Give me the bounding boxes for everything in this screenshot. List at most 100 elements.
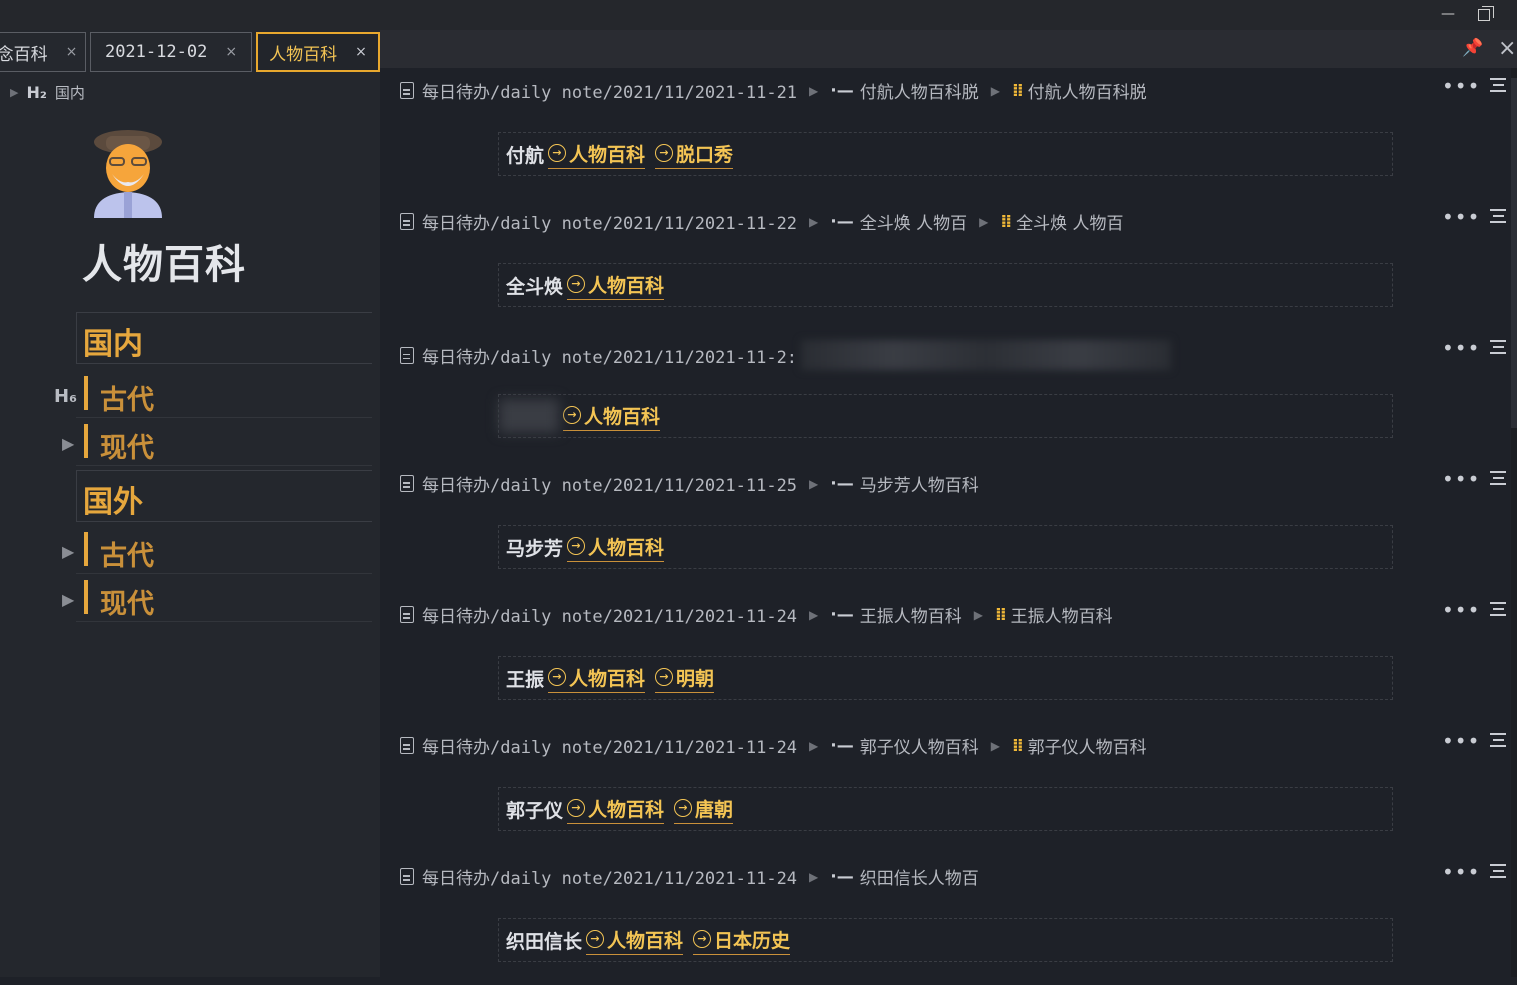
heading-icon: ·— (830, 211, 854, 232)
subsection-label: 古代 (100, 385, 154, 416)
file-icon (400, 475, 414, 492)
align-icon[interactable] (1490, 78, 1506, 92)
section-foreign: 国外 (76, 470, 372, 522)
more-options-icon[interactable]: ••• (1442, 205, 1480, 229)
tab-people-wiki[interactable]: 人物百科 × (256, 32, 380, 72)
wiki-link[interactable]: → 人物百科 (567, 533, 665, 562)
more-options-icon[interactable]: ••• (1442, 336, 1480, 360)
tab-close-icon[interactable]: × (66, 44, 78, 60)
outline-heading[interactable]: ▶ H₂ 国内 (10, 82, 85, 103)
scrollbar[interactable] (1511, 68, 1517, 977)
subsection-label: 现代 (100, 589, 154, 620)
backlink-content[interactable]: 马步芳 → 人物百科 (498, 525, 1393, 569)
link-arrow-icon: → (674, 799, 693, 817)
tab-strip: 念百科 × 2021-12-02 × 人物百科 × (0, 30, 380, 74)
title-bar: — (0, 0, 1517, 30)
wiki-link[interactable]: → 人物百科 (548, 664, 646, 693)
wiki-link[interactable]: → 人物百科 (567, 795, 665, 824)
more-options-icon[interactable]: ••• (1442, 467, 1480, 491)
breadcrumb-separator-icon: ▶ (809, 738, 819, 753)
breadcrumb[interactable]: 郭子仪人物百科 (1028, 733, 1147, 758)
file-path[interactable]: 每日待办/daily note/2021/11/2021-11-24 (422, 733, 797, 758)
breadcrumb[interactable]: 全斗焕 人物百 (860, 209, 967, 234)
align-icon[interactable] (1490, 340, 1506, 354)
backlink-path[interactable]: 每日待办/daily note/2021/11/2021-11-24 ▶ ·— … (400, 602, 1113, 627)
tab-close-icon[interactable]: × (225, 44, 237, 60)
file-path[interactable]: 每日待办/daily note/2021/11/2021-11-2: (422, 343, 797, 368)
more-options-icon[interactable]: ••• (1442, 729, 1480, 753)
more-options-icon[interactable]: ••• (1442, 74, 1480, 98)
breadcrumb[interactable]: 织田信长人物百 (860, 864, 979, 889)
wiki-link[interactable]: → 人物百科 (586, 926, 684, 955)
more-options-icon[interactable]: ••• (1442, 598, 1480, 622)
tab-concept-wiki[interactable]: 念百科 × (0, 32, 86, 72)
close-pane-button[interactable]: × (1498, 36, 1516, 61)
align-icon[interactable] (1490, 733, 1506, 747)
breadcrumb[interactable]: 郭子仪人物百科 (860, 733, 979, 758)
scrollbar-thumb[interactable] (1511, 78, 1517, 428)
heading-icon: ·— (830, 473, 854, 494)
subsection-domestic-ancient[interactable]: 古代 (76, 372, 372, 418)
backlink-entry: 每日待办/daily note/2021/11/2021-11-22 ▶ ·— … (400, 199, 1510, 330)
align-icon[interactable] (1490, 471, 1506, 485)
backlink-path[interactable]: 每日待办/daily note/2021/11/2021-11-24 ▶ ·— … (400, 733, 1147, 758)
align-icon[interactable] (1490, 602, 1506, 616)
restore-button[interactable] (1478, 6, 1494, 22)
breadcrumb[interactable]: 付航人物百科脱 (860, 78, 979, 103)
subsection-domestic-modern[interactable]: 现代 (76, 420, 372, 466)
tab-close-icon[interactable]: × (355, 44, 367, 60)
file-path[interactable]: 每日待办/daily note/2021/11/2021-11-21 (422, 78, 797, 103)
breadcrumb[interactable]: 马步芳人物百科 (860, 471, 979, 496)
backlink-entry: 每日待办/daily note/2021/11/2021-11-21 ▶ ·— … (400, 68, 1510, 199)
backlink-path[interactable]: 每日待办/daily note/2021/11/2021-11-25 ▶ ·— … (400, 471, 979, 496)
breadcrumb[interactable]: 全斗焕 人物百 (1016, 209, 1123, 234)
link-arrow-icon: → (586, 930, 605, 948)
backlinks-pane: 📌 × 每日待办/daily note/2021/11/2021-11-21 ▶… (380, 30, 1517, 977)
tab-2021-12-02[interactable]: 2021-12-02 × (90, 32, 252, 72)
subsection-foreign-ancient[interactable]: 古代 (76, 528, 372, 574)
backlink-path[interactable]: 每日待办/daily note/2021/11/2021-11-24 ▶ ·— … (400, 864, 979, 889)
backlink-content[interactable]: 王振 → 人物百科 → 明朝 (498, 656, 1393, 700)
breadcrumb[interactable]: 王振人物百科 (1011, 602, 1113, 627)
file-path[interactable]: 每日待办/daily note/2021/11/2021-11-24 (422, 602, 797, 627)
link-arrow-icon: → (693, 930, 712, 948)
link-arrow-icon: → (548, 668, 567, 686)
wiki-link[interactable]: → 明朝 (655, 664, 715, 693)
wiki-link[interactable]: → 人物百科 (548, 140, 646, 169)
backlink-entry: 每日待办/daily note/2021/11/2021-11-2: ••• →… (400, 330, 1510, 461)
collapse-triangle-icon[interactable]: ▶ (62, 434, 74, 453)
breadcrumb-separator-icon: ▶ (809, 83, 819, 98)
more-options-icon[interactable]: ••• (1442, 860, 1480, 884)
pin-icon[interactable]: 📌 (1462, 38, 1483, 58)
align-icon[interactable] (1490, 864, 1506, 878)
wiki-link[interactable]: → 日本历史 (693, 926, 791, 955)
wiki-link[interactable]: → 人物百科 (563, 402, 661, 431)
backlink-content[interactable]: 织田信长 → 人物百科 → 日本历史 (498, 918, 1393, 962)
breadcrumb-separator-icon: ▶ (990, 83, 1000, 98)
backlink-content[interactable]: 付航 → 人物百科 → 脱口秀 (498, 132, 1393, 176)
collapse-triangle-icon[interactable]: ▶ (10, 86, 18, 99)
backlink-path[interactable]: 每日待办/daily note/2021/11/2021-11-21 ▶ ·— … (400, 78, 1147, 103)
breadcrumb[interactable]: 付航人物百科脱 (1028, 78, 1147, 103)
backlink-path[interactable]: 每日待办/daily note/2021/11/2021-11-22 ▶ ·— … (400, 209, 1123, 234)
file-path[interactable]: 每日待办/daily note/2021/11/2021-11-24 (422, 864, 797, 889)
wiki-link[interactable]: → 人物百科 (567, 271, 665, 300)
wiki-link[interactable]: → 脱口秀 (655, 140, 734, 169)
backlink-content[interactable]: → 人物百科 (498, 394, 1393, 438)
minimize-button[interactable]: — (1440, 6, 1456, 22)
backlink-content[interactable]: 郭子仪 → 人物百科 → 唐朝 (498, 787, 1393, 831)
align-icon[interactable] (1490, 209, 1506, 223)
file-path[interactable]: 每日待办/daily note/2021/11/2021-11-25 (422, 471, 797, 496)
wiki-link[interactable]: → 唐朝 (674, 795, 734, 824)
subsection-foreign-modern[interactable]: 现代 (76, 576, 372, 622)
collapse-triangle-icon[interactable]: ▶ (62, 542, 74, 561)
backlink-content[interactable]: 全斗焕 → 人物百科 (498, 263, 1393, 307)
backlink-path[interactable]: 每日待办/daily note/2021/11/2021-11-2: (400, 340, 1172, 370)
old-man-avatar-icon (94, 130, 162, 218)
heading-icon: ·— (830, 604, 854, 625)
person-name: 全斗焕 (506, 275, 564, 298)
file-path[interactable]: 每日待办/daily note/2021/11/2021-11-22 (422, 209, 797, 234)
collapse-triangle-icon[interactable]: ▶ (62, 590, 74, 609)
breadcrumb[interactable]: 王振人物百科 (860, 602, 962, 627)
link-arrow-icon: → (563, 406, 581, 424)
